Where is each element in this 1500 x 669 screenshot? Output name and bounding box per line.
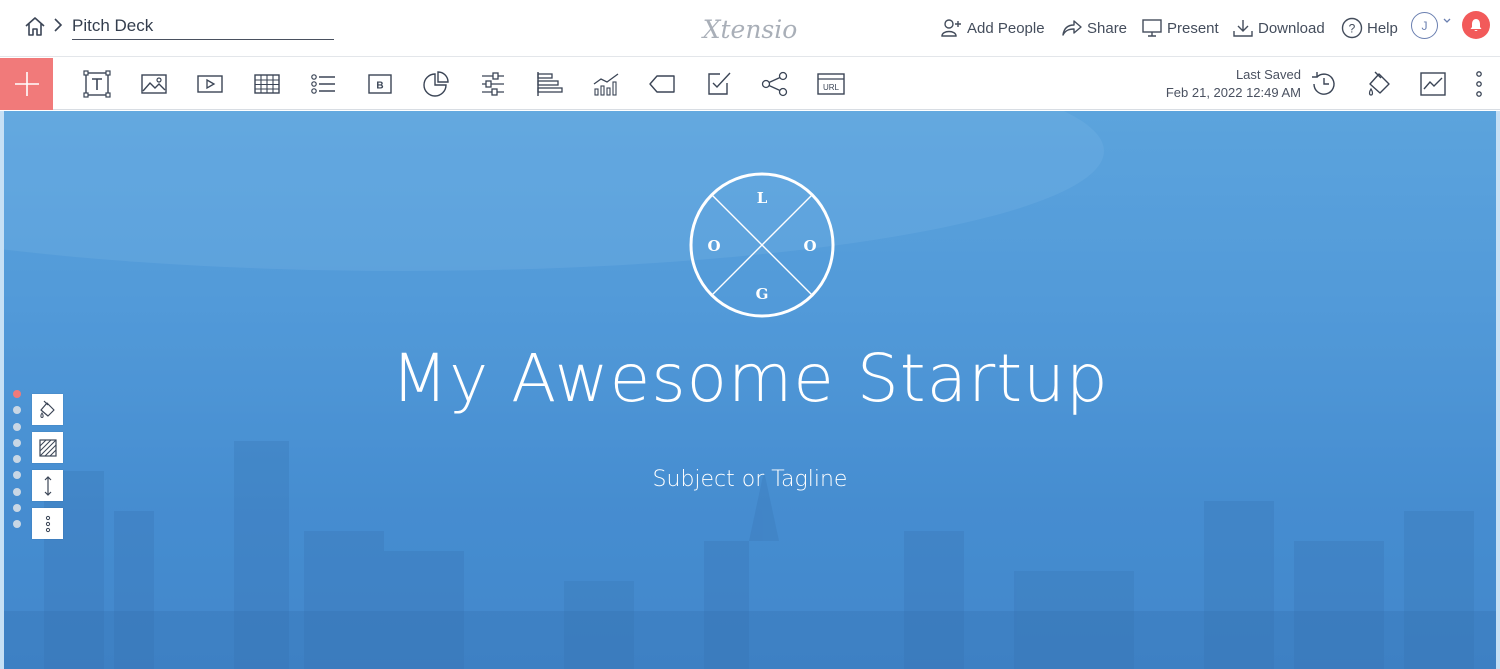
add-people-button[interactable]: Add People [941,16,1045,40]
section-more-button[interactable] [32,508,63,539]
version-history-button[interactable] [1309,69,1339,99]
add-block-button[interactable] [0,58,53,110]
xtensio-logo: Xtensio [701,15,798,44]
bar-chart-tool[interactable] [534,69,564,99]
slide-dot[interactable] [13,471,21,480]
list-icon [311,74,335,94]
svg-text:Xtensio: Xtensio [701,15,798,44]
svg-text:O: O [707,237,720,255]
slide-dot[interactable] [13,455,21,464]
logo-placeholder[interactable]: L O O G [688,171,836,319]
download-label: Download [1258,19,1325,37]
slide-dot[interactable] [13,422,21,431]
present-button[interactable]: Present [1141,16,1219,40]
button-b-icon: B [368,74,392,94]
element-toolbar: B URL Last Saved Feb 21, 2022 12:49 AM [0,58,1500,110]
horizontal-bars-icon [537,72,563,96]
video-tool[interactable] [195,69,225,99]
svg-text:G: G [756,285,769,303]
video-play-icon [197,75,223,93]
pie-chart-tool[interactable] [421,69,451,99]
line-chart-tool[interactable] [591,69,621,99]
section-tools [32,394,63,546]
connections-tool[interactable] [760,69,790,99]
svg-text:?: ? [1349,22,1356,36]
pattern-icon [38,438,57,457]
chevron-down-icon[interactable] [1442,16,1452,26]
theme-button[interactable] [1365,69,1395,99]
more-vertical-icon [45,515,50,532]
slide-title[interactable]: My Awesome Startup [4,339,1496,419]
share-arrow-icon [1062,20,1082,36]
paint-bucket-icon [1368,71,1390,96]
slide-canvas[interactable]: L O O G My Awesome Startup Subject or Ta… [4,111,1496,669]
svg-text:B: B [376,81,383,92]
url-icon: URL [817,73,845,95]
top-bar: Pitch Deck Xtensio Add People Share Pres… [0,0,1500,57]
text-box-icon [83,70,111,98]
analytics-button[interactable] [1418,69,1448,99]
checkbox-pen-icon [708,72,731,95]
document-title-input[interactable]: Pitch Deck [72,15,334,40]
canvas-border-right [1496,111,1500,669]
analytics-icon [1420,72,1446,96]
bell-icon [1470,19,1482,31]
slide-dot[interactable] [13,520,21,529]
last-saved-label: Last Saved [1235,67,1301,82]
button-tool[interactable]: B [365,69,395,99]
presentation-screen-icon [1142,19,1162,37]
breadcrumb-chevron-icon [54,18,63,32]
url-tool[interactable]: URL [816,69,846,99]
svg-text:URL: URL [823,83,840,92]
text-tool[interactable] [82,69,112,99]
share-button[interactable]: Share [1061,16,1127,40]
help-label: Help [1367,19,1398,37]
help-button[interactable]: ? Help [1341,16,1398,40]
slider-tool[interactable] [478,69,508,99]
download-icon [1233,20,1253,37]
add-people-label: Add People [967,19,1045,37]
user-avatar[interactable]: J [1411,12,1438,39]
notifications-button[interactable] [1462,11,1490,39]
slide-dot[interactable] [13,504,21,513]
download-button[interactable]: Download [1232,16,1325,40]
tag-icon [649,75,675,93]
slide-dot[interactable] [13,438,21,447]
more-options-button[interactable] [1464,69,1494,99]
home-icon[interactable] [24,15,46,37]
section-pattern-button[interactable] [32,432,63,463]
add-person-icon [941,19,961,37]
list-tool[interactable] [308,69,338,99]
help-circle-icon: ? [1341,17,1363,39]
present-label: Present [1167,19,1219,37]
more-vertical-icon [1476,71,1482,97]
table-tool[interactable] [252,69,282,99]
tag-tool[interactable] [647,69,677,99]
line-bar-chart-icon [593,73,619,96]
image-tool[interactable] [139,69,169,99]
svg-text:O: O [803,237,816,255]
history-icon [1312,72,1335,95]
slide-dot[interactable] [13,487,21,496]
image-icon [141,74,167,94]
last-saved-status: Last Saved Feb 21, 2022 12:49 AM [1166,66,1301,102]
table-icon [254,74,280,94]
last-saved-time: Feb 21, 2022 12:49 AM [1165,85,1301,100]
resize-vertical-icon [44,475,51,496]
slide-tagline[interactable]: Subject or Tagline [4,465,1496,495]
plus-icon [14,72,39,96]
share-label: Share [1087,19,1128,37]
slide-dot[interactable] [13,390,21,398]
checkbox-tool[interactable] [704,69,734,99]
section-resize-button[interactable] [32,470,63,501]
paint-bucket-icon [39,400,55,418]
section-color-button[interactable] [32,394,63,425]
pie-chart-icon [423,71,449,97]
slide-navigation-dots [13,390,23,537]
sliders-icon [482,72,504,96]
svg-text:L: L [757,189,768,207]
slide-dot[interactable] [13,406,21,415]
share-nodes-icon [761,71,788,97]
